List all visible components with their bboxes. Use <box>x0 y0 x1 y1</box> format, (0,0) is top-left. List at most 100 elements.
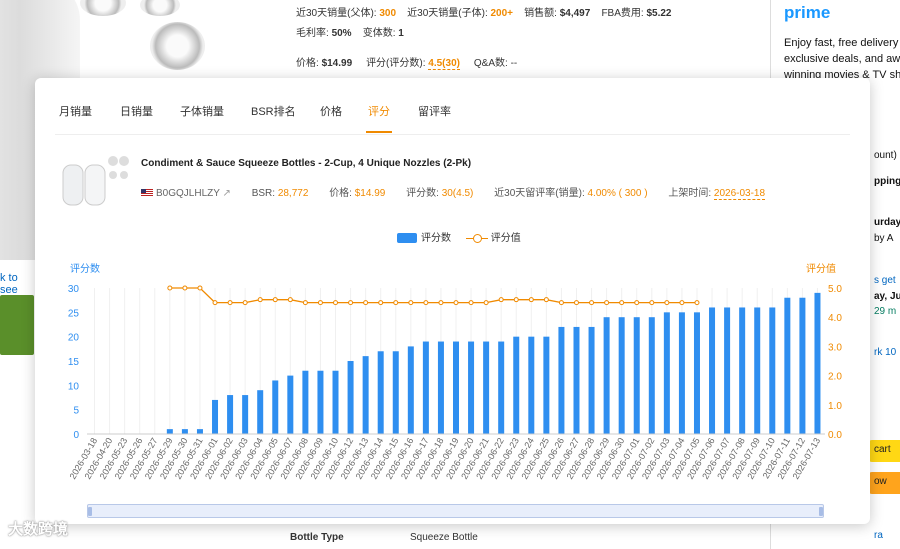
rating-point <box>453 300 459 306</box>
slider-handle-left[interactable] <box>88 507 92 516</box>
bar <box>287 375 294 434</box>
buybox-link[interactable]: ra <box>874 530 883 541</box>
rating-point <box>197 285 203 291</box>
qa-value: -- <box>510 58 518 69</box>
rating-point <box>634 300 640 306</box>
rating-point <box>604 300 610 306</box>
bar <box>814 292 821 434</box>
bar <box>302 370 309 434</box>
buy-now-button[interactable]: ow <box>868 472 900 494</box>
launch-date-value: 2026-03-18 <box>713 188 766 200</box>
bar <box>739 307 746 434</box>
left-tick-label: 20 <box>68 333 80 344</box>
rating-point <box>543 297 549 303</box>
left-tick-label: 30 <box>68 284 80 295</box>
rating-point <box>317 300 323 306</box>
bar <box>377 351 384 434</box>
external-link-icon[interactable]: ↗ <box>223 188 231 199</box>
bar <box>332 370 339 434</box>
rating-point <box>438 300 444 306</box>
bar <box>754 307 761 434</box>
asin-text: B0GQJLHLZY <box>156 188 220 199</box>
bar <box>678 312 685 434</box>
rating-point <box>694 300 700 306</box>
add-to-cart-button[interactable]: cart <box>868 440 900 462</box>
bar <box>483 341 490 434</box>
bsr-value: 28,772 <box>277 188 309 199</box>
rating-value-link[interactable]: 4.5(30) <box>428 58 460 70</box>
rating-point <box>468 300 474 306</box>
right-tick-label: 3.0 <box>828 342 842 353</box>
rating-point <box>348 300 354 306</box>
bar <box>603 317 610 434</box>
bar <box>347 361 354 434</box>
sales-parent-value: 300 <box>379 8 397 19</box>
tab-price[interactable]: 价格 <box>320 103 342 119</box>
rating-point <box>423 300 429 306</box>
chart-popup: 月销量 日销量 子体销量 BSR排名 价格 评分 留评率 Condiment &… <box>35 78 870 524</box>
price-value: $14.99 <box>354 188 386 199</box>
rating-chart: 评分数 评分值0510152025300.01.02.03.04.05.02026… <box>68 262 843 481</box>
rating-point <box>498 297 504 303</box>
bar <box>498 341 505 434</box>
legend-item-rating[interactable]: 评分值 <box>454 233 521 244</box>
rating-point <box>242 300 248 306</box>
bar <box>709 307 716 434</box>
bar <box>558 326 565 434</box>
tab-child-sales[interactable]: 子体销量 <box>180 103 224 119</box>
left-axis-label: 评分数 <box>70 262 100 275</box>
buybox-text[interactable]: rk 10 <box>874 347 896 358</box>
rating-point <box>378 300 384 306</box>
rating-point <box>619 300 625 306</box>
left-tick-label: 5 <box>73 406 79 417</box>
left-tick-label: 25 <box>68 308 80 319</box>
rating-point <box>393 300 399 306</box>
tab-review-rate[interactable]: 留评率 <box>418 103 451 119</box>
buybox-text[interactable]: s get <box>874 275 896 286</box>
rating-point <box>528 297 534 303</box>
rating-point <box>257 297 263 303</box>
variants-value: 1 <box>398 28 404 39</box>
active-tab-indicator <box>366 131 392 133</box>
slider-handle-right[interactable] <box>819 507 823 516</box>
tab-bsr-rank[interactable]: BSR排名 <box>251 103 296 119</box>
bar <box>799 297 806 434</box>
rating-point <box>287 297 293 303</box>
right-tick-label: 2.0 <box>828 372 842 383</box>
bar <box>573 326 580 434</box>
tab-rating[interactable]: 评分 <box>368 103 390 119</box>
bar <box>407 346 414 434</box>
left-tick-label: 10 <box>68 381 80 392</box>
tab-monthly-sales[interactable]: 月销量 <box>59 103 92 119</box>
left-tick-label: 0 <box>73 430 79 441</box>
right-axis-label: 评分值 <box>806 262 836 275</box>
see-more-link[interactable]: k to see <box>0 272 35 296</box>
buybox-text: ay, Ju <box>874 291 900 302</box>
tab-daily-sales[interactable]: 日销量 <box>120 103 153 119</box>
divider <box>55 134 850 135</box>
chart-legend: 评分数 评分值 <box>397 229 521 244</box>
bar <box>618 317 625 434</box>
bar <box>166 429 173 434</box>
rating-point <box>664 300 670 306</box>
us-flag-icon <box>141 189 153 198</box>
bar <box>588 326 595 434</box>
legend-item-count[interactable]: 评分数 <box>397 233 451 244</box>
product-thumbnail[interactable] <box>0 295 34 355</box>
bottle-type-label: Bottle Type <box>290 532 344 543</box>
bar <box>422 341 429 434</box>
bar <box>196 429 203 434</box>
rating-point <box>589 300 595 306</box>
rating-count-value: 30(4.5) <box>441 188 474 199</box>
zoom-slider[interactable] <box>87 504 824 518</box>
rating-point <box>649 300 655 306</box>
product-thumbnail-image <box>62 156 129 206</box>
rating-point <box>558 300 564 306</box>
fba-value: $5.22 <box>646 8 672 19</box>
bar <box>257 390 264 434</box>
bar <box>392 351 399 434</box>
bar <box>453 341 459 434</box>
margin-value: 50% <box>331 28 352 39</box>
buybox-text: by A <box>874 233 894 244</box>
rating-point <box>272 297 278 303</box>
